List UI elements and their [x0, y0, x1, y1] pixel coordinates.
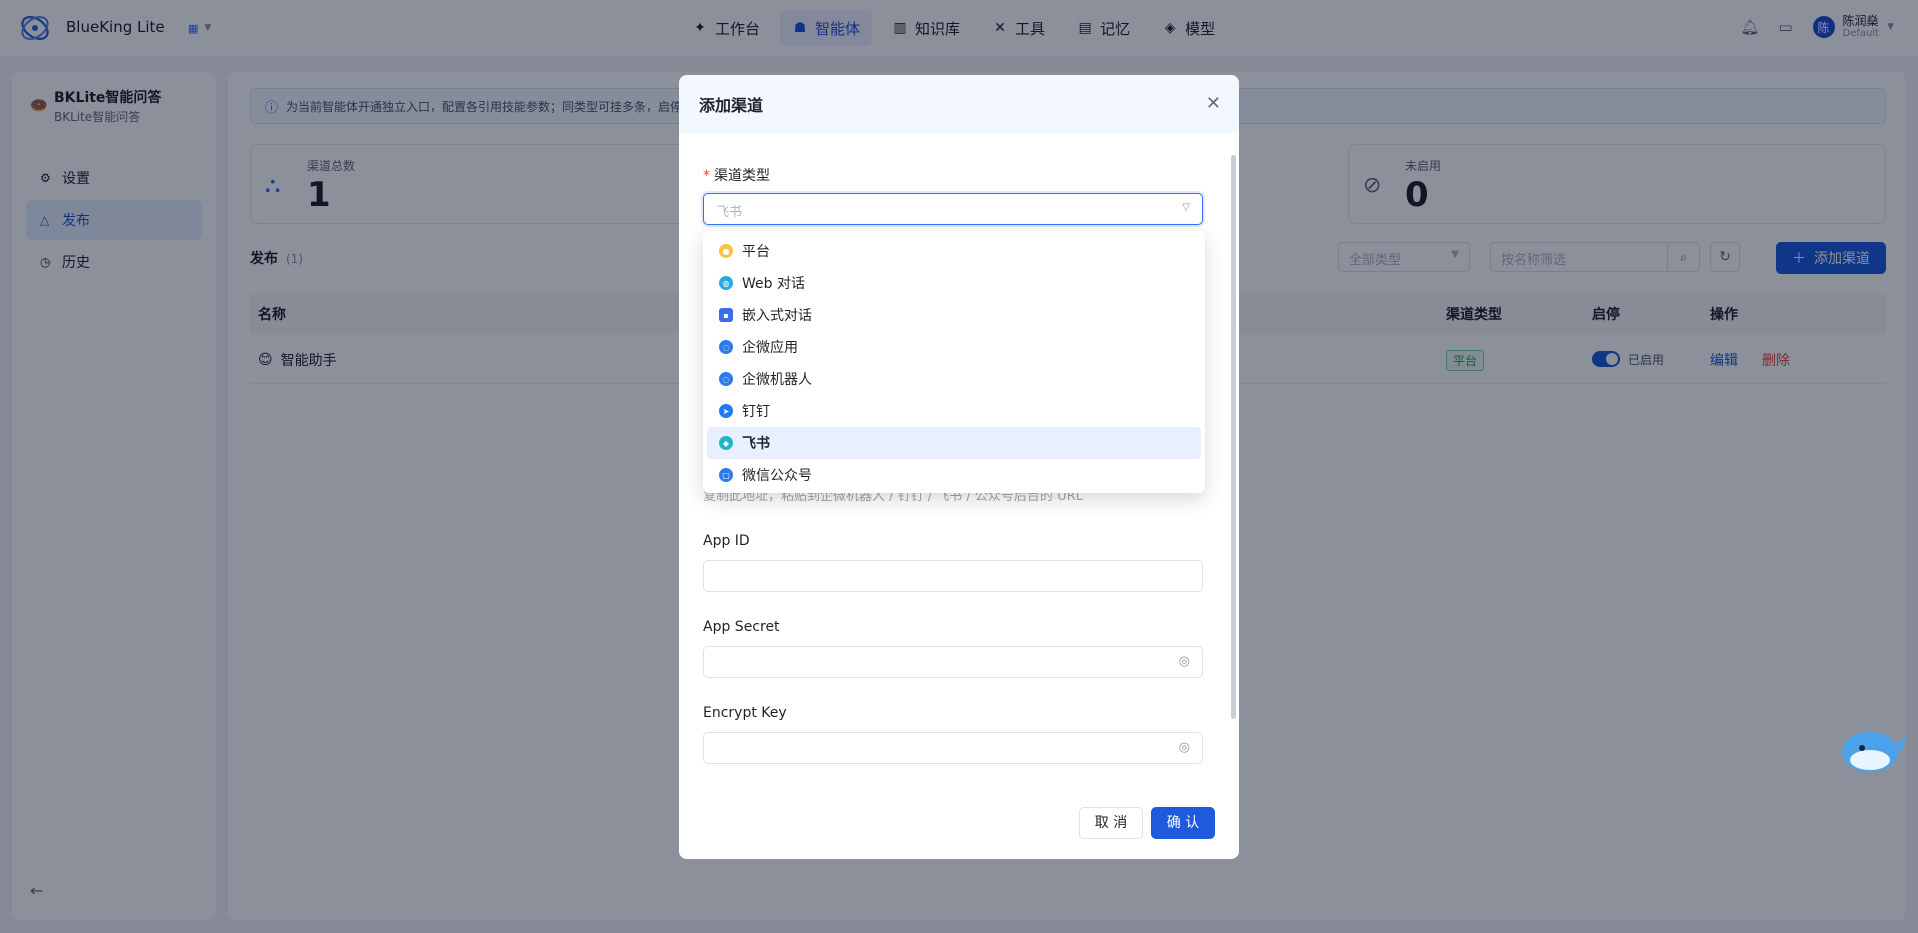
option-wecom-bot[interactable]: ◌ 企微机器人 [707, 363, 1201, 395]
encrypt-key-input[interactable]: ◎ [703, 732, 1203, 764]
platform-icon: ● [719, 244, 733, 258]
eye-off-icon[interactable]: ◎ [1179, 654, 1190, 669]
option-web-chat[interactable]: ◍ Web 对话 [707, 267, 1201, 299]
option-wecom-app[interactable]: ◌ 企微应用 [707, 331, 1201, 363]
wecom-bot-icon: ◌ [719, 372, 733, 386]
cancel-button[interactable]: 取 消 [1079, 807, 1143, 839]
option-embedded-chat[interactable]: ▪ 嵌入式对话 [707, 299, 1201, 331]
close-icon[interactable]: ✕ [1206, 93, 1221, 114]
modal-title: 添加渠道 [699, 96, 764, 115]
app-id-input[interactable] [703, 560, 1203, 592]
dingtalk-icon: ➤ [719, 404, 733, 418]
whale-mascot-icon[interactable] [1836, 716, 1908, 776]
channel-type-dropdown: ● 平台 ◍ Web 对话 ▪ 嵌入式对话 ◌ 企微应用 ◌ 企微机器人 ➤ 钉钉 ◆ 飞书 … [703, 231, 1205, 493]
wecom-app-icon: ◌ [719, 340, 733, 354]
feishu-icon: ◆ [719, 436, 733, 450]
channel-type-select[interactable]: 飞书 ▽ [703, 193, 1203, 225]
option-label: 嵌入式对话 [742, 308, 812, 324]
modal-footer: 取 消 确 认 [679, 795, 1239, 859]
chevron-down-icon: ▽ [1182, 202, 1190, 213]
channel-type-label-text: 渠道类型 [714, 168, 770, 184]
modal-scrollbar[interactable] [1231, 155, 1236, 719]
option-label: Web 对话 [742, 276, 805, 292]
option-dingtalk[interactable]: ➤ 钉钉 [707, 395, 1201, 427]
encrypt-key-label: Encrypt Key [703, 705, 787, 721]
option-feishu[interactable]: ◆ 飞书 [707, 427, 1201, 459]
app-secret-input[interactable]: ◎ [703, 646, 1203, 678]
option-label: 企微机器人 [742, 372, 812, 388]
modal-header: 添加渠道 [679, 75, 1239, 133]
channel-type-value: 飞书 [716, 205, 743, 220]
wechat-oa-icon: ▢ [719, 468, 733, 482]
globe-icon: ◍ [719, 276, 733, 290]
option-label: 钉钉 [742, 404, 770, 420]
confirm-button[interactable]: 确 认 [1151, 807, 1215, 839]
chat-embed-icon: ▪ [719, 308, 733, 322]
option-label: 微信公众号 [742, 468, 812, 484]
app-id-label: App ID [703, 533, 750, 549]
option-label: 飞书 [742, 436, 770, 452]
app-secret-label: App Secret [703, 619, 780, 635]
option-platform[interactable]: ● 平台 [707, 235, 1201, 267]
option-label: 企微应用 [742, 340, 798, 356]
option-label: 平台 [742, 244, 770, 260]
required-mark: * [703, 168, 710, 184]
channel-type-label: * 渠道类型 [703, 165, 770, 185]
eye-off-icon[interactable]: ◎ [1179, 740, 1190, 755]
option-wechat-oa[interactable]: ▢ 微信公众号 [707, 459, 1201, 491]
